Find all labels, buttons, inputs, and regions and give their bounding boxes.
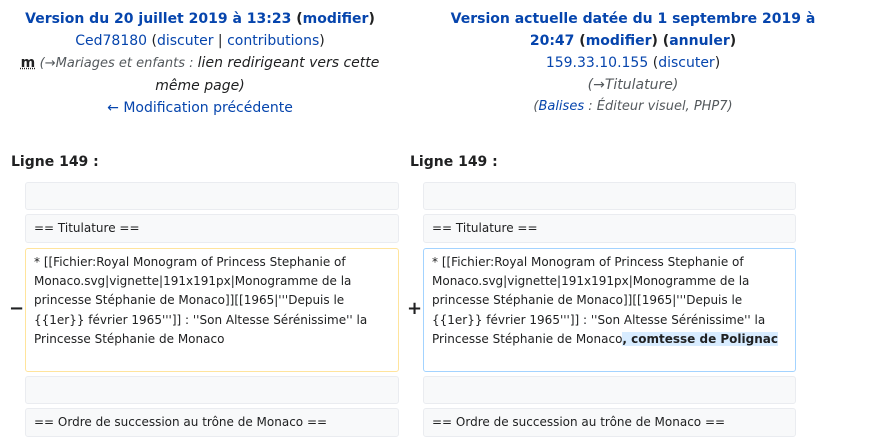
left-context-empty-2: [25, 376, 399, 404]
current-revision-header: Version actuelle datée du 1 septembre 20…: [396, 8, 870, 118]
plus-marker: +: [407, 298, 423, 319]
old-talk-link[interactable]: discuter: [157, 33, 214, 49]
left-line-number: Ligne 149 :: [11, 154, 99, 170]
removed-line: * [[Fichier:Royal Monogram of Princess S…: [25, 248, 399, 372]
current-user-link[interactable]: 159.33.10.155: [546, 55, 648, 71]
current-edit-link[interactable]: modifier: [586, 33, 652, 49]
added-highlight: , comtesse de Polignac: [622, 331, 778, 346]
current-revision-date-link[interactable]: Version actuelle datée du 1 septembre 20…: [451, 11, 816, 27]
current-revision-time[interactable]: 20:47: [530, 33, 575, 49]
old-revision-date-link[interactable]: Version du 20 juillet 2019 à 13:23: [25, 11, 291, 27]
undo-link[interactable]: annuler: [669, 33, 730, 49]
right-context-titulature: == Titulature ==: [423, 214, 796, 243]
current-user-line: 159.33.10.155 (discuter): [545, 55, 721, 71]
tags-link[interactable]: Balises: [538, 99, 584, 114]
old-summary-section[interactable]: (→Mariages et enfants :: [40, 56, 198, 71]
tags-line: (Balises : Éditeur visuel, PHP7): [533, 99, 733, 114]
old-user-line: Ced78180 (discuter | contributions): [75, 33, 325, 49]
minus-marker: −: [9, 298, 25, 319]
current-revision-title: Version actuelle datée du 1 septembre 20…: [450, 11, 816, 49]
old-revision-title: Version du 20 juillet 2019 à 13:23 (modi…: [25, 11, 375, 27]
left-context-empty-1: [25, 182, 399, 210]
old-revision-header: Version du 20 juillet 2019 à 13:23 (modi…: [8, 8, 392, 119]
right-context-succession: == Ordre de succession au trône de Monac…: [423, 408, 796, 437]
left-context-titulature: == Titulature ==: [25, 214, 399, 243]
minor-edit-flag: m: [20, 55, 36, 71]
right-context-empty-1: [423, 182, 796, 210]
old-user-link[interactable]: Ced78180: [75, 33, 147, 49]
right-line-number: Ligne 149 :: [410, 154, 498, 170]
old-summary: m (→Mariages et enfants : lien redirigea…: [8, 52, 392, 97]
added-line: * [[Fichier:Royal Monogram of Princess S…: [423, 248, 796, 372]
old-edit-link[interactable]: modifier: [303, 11, 369, 27]
previous-edit-link[interactable]: ← Modification précédente: [107, 100, 293, 116]
old-contribs-link[interactable]: contributions: [227, 33, 319, 49]
left-context-succession: == Ordre de succession au trône de Monac…: [25, 408, 399, 437]
right-context-empty-2: [423, 376, 796, 404]
current-summary[interactable]: (→Titulature): [396, 74, 870, 96]
current-talk-link[interactable]: discuter: [658, 55, 715, 71]
